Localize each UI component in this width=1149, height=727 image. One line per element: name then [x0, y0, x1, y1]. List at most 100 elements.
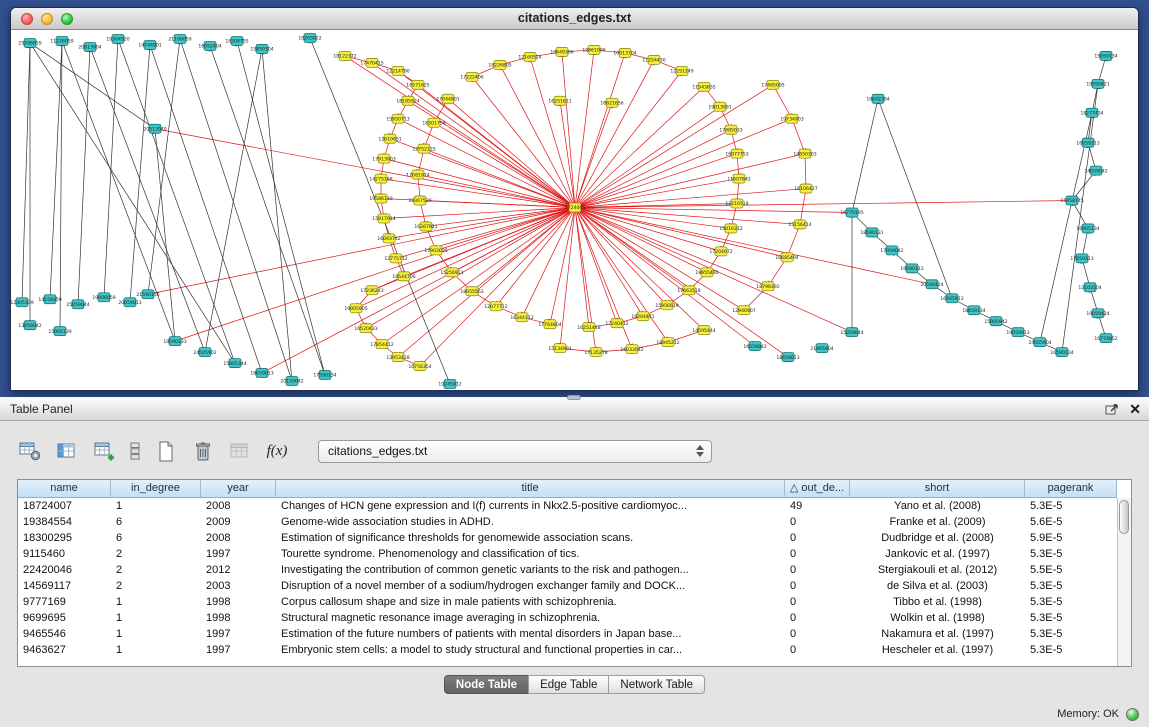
network-node[interactable]: 15950713 — [386, 114, 409, 123]
network-node[interactable]: 17764804 — [538, 320, 561, 329]
network-node[interactable]: 18204471 — [631, 312, 654, 321]
network-node[interactable]: 14850303 — [793, 149, 816, 158]
network-node[interactable]: 18307529 — [408, 196, 431, 205]
network-node[interactable]: 18055563 — [460, 287, 483, 296]
red-edge[interactable] — [575, 50, 594, 208]
network-node[interactable]: 16649306 — [550, 47, 573, 56]
black-edge[interactable] — [150, 45, 262, 373]
network-node[interactable]: 18590131 — [860, 228, 883, 237]
table-cell[interactable]: Disruption of a novel member of a sodium… — [276, 578, 785, 594]
red-edge[interactable] — [500, 65, 575, 208]
red-edge[interactable] — [575, 208, 800, 225]
table-cell[interactable]: 2 — [111, 578, 201, 594]
table-cell[interactable]: 0 — [785, 546, 850, 562]
red-edge[interactable] — [575, 208, 667, 306]
network-node[interactable]: 15905139 — [48, 327, 71, 336]
network-node[interactable]: 12775712 — [384, 254, 407, 263]
network-node[interactable]: 16571625 — [406, 80, 429, 89]
network-node[interactable]: 18226805 — [488, 60, 511, 69]
network-node[interactable]: 16905913 — [940, 294, 963, 303]
table-cell[interactable]: 5.3E-5 — [1025, 594, 1117, 610]
network-node[interactable]: 16106427 — [794, 184, 817, 193]
table-cell[interactable]: 1997 — [201, 642, 276, 658]
network-node[interactable]: 12103504 — [1078, 283, 1101, 292]
export-table-icon[interactable] — [226, 437, 254, 465]
network-node[interactable]: 11254430 — [642, 55, 665, 64]
red-edge[interactable] — [148, 208, 575, 295]
network-node[interactable]: 16059313 — [1076, 138, 1099, 147]
table-mode-icon[interactable] — [16, 437, 44, 465]
network-node[interactable]: 19590133 — [163, 337, 186, 346]
network-node[interactable]: 18059134 — [962, 306, 985, 315]
table-cell[interactable]: Structural magnetic resonance image aver… — [276, 610, 785, 626]
network-node[interactable]: 16520433 — [354, 324, 377, 333]
black-edge[interactable] — [852, 99, 878, 213]
network-node[interactable]: 19245012 — [438, 380, 461, 389]
table-cell[interactable]: Dudbridge et al. (2008) — [850, 530, 1025, 546]
tab-network-table[interactable]: Network Table — [608, 675, 705, 694]
network-node[interactable]: 16905134 — [1076, 224, 1099, 233]
table-cell[interactable]: Changes of HCN gene expression and I(f) … — [276, 498, 785, 514]
table-cell[interactable]: 2012 — [201, 562, 276, 578]
network-node[interactable]: 18185524 — [396, 96, 419, 105]
network-canvas[interactable]: 1724065181223721747041512214790165716251… — [11, 30, 1138, 390]
table-cell[interactable]: 2009 — [201, 514, 276, 530]
network-node[interactable]: 24505904 — [1028, 338, 1051, 347]
network-node[interactable]: 16685494 — [775, 253, 798, 262]
red-edge[interactable] — [575, 208, 932, 285]
table-cell[interactable]: 2003 — [201, 578, 276, 594]
table-cell[interactable]: Wolkin et al. (1998) — [850, 610, 1025, 626]
network-node[interactable]: 24505902 — [193, 348, 216, 357]
table-cell[interactable]: 18724007 — [18, 498, 111, 514]
network-node[interactable]: 17059313 — [1070, 254, 1093, 263]
network-node[interactable]: 17913903 — [372, 154, 395, 163]
show-columns-icon[interactable] — [53, 437, 81, 465]
network-node[interactable]: 19059013 — [1006, 328, 1029, 337]
network-node[interactable]: 21905904 — [810, 344, 833, 353]
table-cell[interactable]: Investigating the contribution of common… — [276, 562, 785, 578]
network-node[interactable]: 18122372 — [333, 51, 356, 60]
network-node[interactable]: 19059424 — [1086, 309, 1109, 318]
table-row[interactable]: 1456911722003Disruption of a novel membe… — [18, 578, 1117, 594]
network-node[interactable]: 15256911 — [440, 268, 463, 277]
network-node[interactable]: 12077712 — [484, 302, 507, 311]
table-row[interactable]: 977716911998Corpus callosum shape and si… — [18, 594, 1117, 610]
network-node[interactable]: 16367921 — [414, 222, 437, 231]
network-node[interactable]: 17059042 — [880, 246, 903, 255]
table-cell[interactable]: 0 — [785, 578, 850, 594]
zoom-window-icon[interactable] — [61, 13, 73, 25]
network-node[interactable]: 25059044 — [66, 300, 89, 309]
delete-table-icon[interactable] — [189, 437, 217, 465]
splitter-handle[interactable] — [567, 395, 581, 400]
black-edge[interactable] — [78, 47, 90, 304]
table-cell[interactable]: Nakamura et al. (1997) — [850, 626, 1025, 642]
table-cell[interactable]: 1 — [111, 626, 201, 642]
network-node[interactable]: 13059042 — [18, 321, 41, 330]
black-edge[interactable] — [90, 47, 205, 352]
red-edge[interactable] — [155, 129, 575, 208]
network-node[interactable]: 17485033 — [719, 125, 742, 134]
network-node[interactable]: 12752125 — [412, 144, 435, 153]
network-node[interactable]: 16642394 — [866, 94, 889, 103]
network-node[interactable]: 12216518 — [725, 199, 748, 208]
network-node[interactable]: 16251611 — [548, 96, 571, 105]
network-node[interactable]: 15905942 — [984, 317, 1007, 326]
table-row[interactable]: 2242004622012Investigating the contribut… — [18, 562, 1117, 578]
black-edge[interactable] — [210, 46, 325, 375]
network-node[interactable]: 19013091 — [708, 102, 731, 111]
network-node[interactable]: 16033042 — [620, 345, 643, 354]
column-header[interactable]: △ out_de... — [785, 480, 850, 498]
table-cell[interactable]: Estimation of significance thresholds fo… — [276, 530, 785, 546]
network-node[interactable]: 14595444 — [692, 326, 715, 335]
network-node[interactable]: 17485095 — [761, 80, 784, 89]
column-header[interactable]: year — [201, 480, 276, 498]
red-edge[interactable] — [575, 208, 643, 317]
minimize-window-icon[interactable] — [41, 13, 53, 25]
network-node[interactable]: 19590421 — [1086, 79, 1109, 88]
table-cell[interactable]: 9465546 — [18, 626, 111, 642]
network-node[interactable]: 15956619 — [655, 301, 678, 310]
network-node[interactable]: 19005905 — [344, 304, 367, 313]
table-cell[interactable]: 0 — [785, 514, 850, 530]
table-cell[interactable]: 22420046 — [18, 562, 111, 578]
table-row[interactable]: 1830029562008Estimation of significance … — [18, 530, 1117, 546]
